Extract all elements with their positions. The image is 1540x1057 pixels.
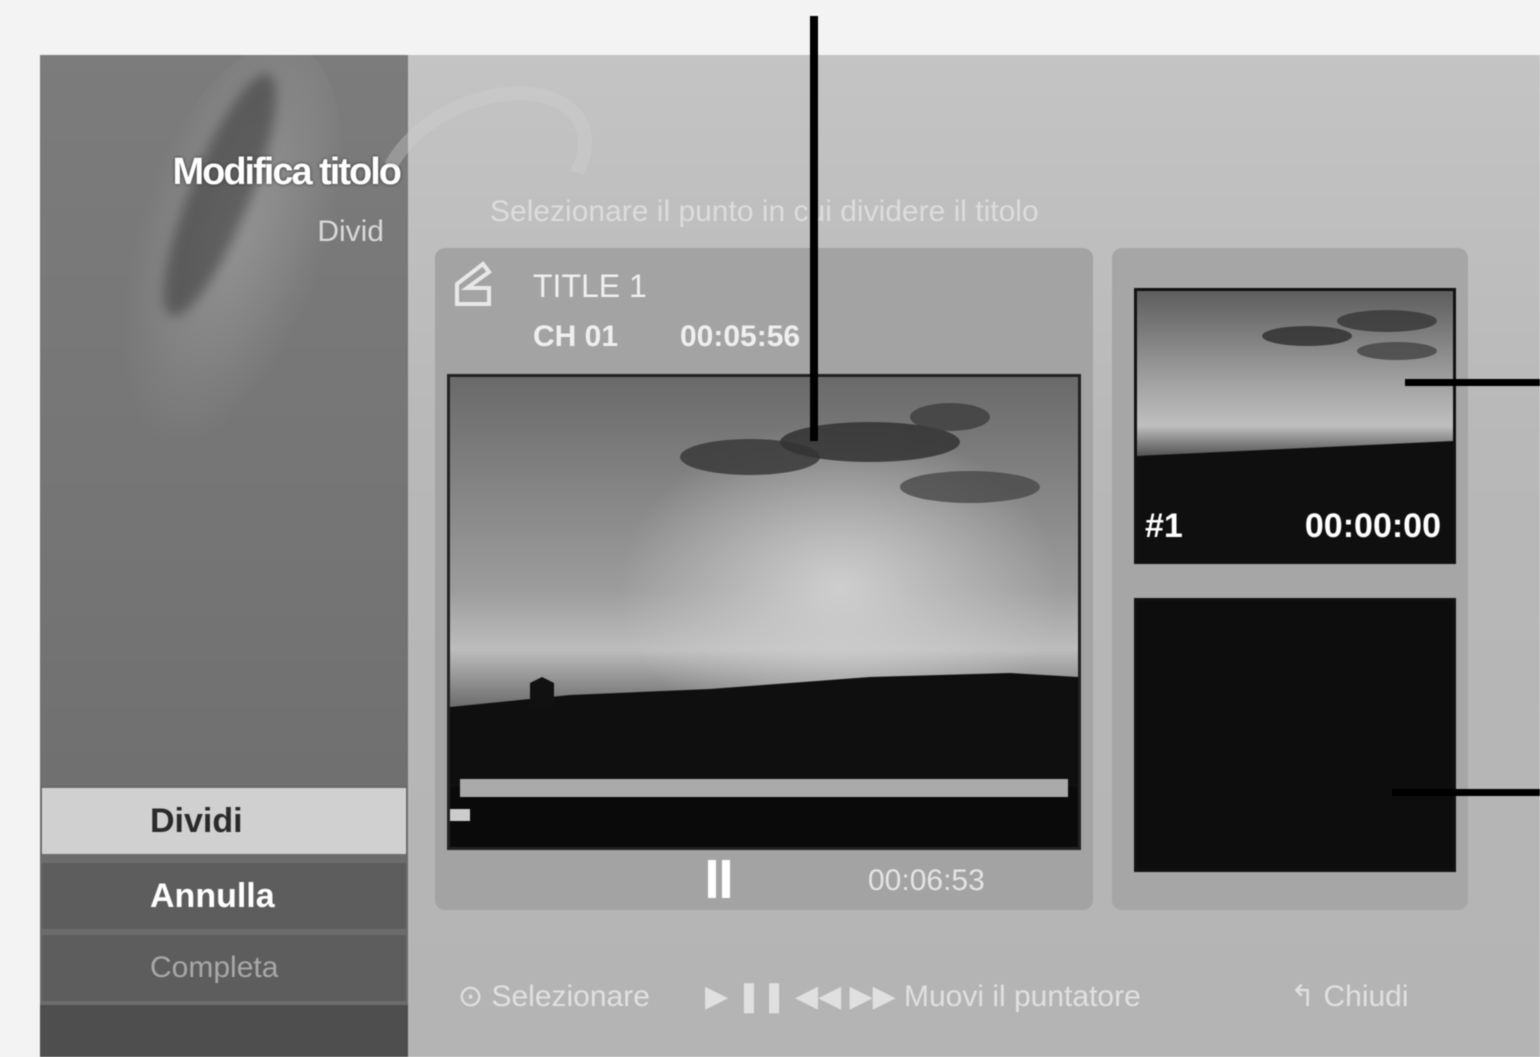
thumbnail-part-1[interactable]: #1 00:00:00: [1134, 288, 1456, 564]
playback-time: 00:06:53: [868, 864, 985, 897]
title-time: 00:05:56: [680, 320, 801, 353]
help-bar: ⊙ Selezionare ▶ ❚❚ ◀◀ ▶▶ Muovi il puntat…: [450, 967, 1460, 1027]
menu-item-annulla[interactable]: Annulla: [42, 863, 406, 929]
help-transport: ▶ ❚❚ ◀◀ ▶▶ Muovi il puntatore: [705, 980, 1141, 1013]
thumbnail-time: 00:00:00: [1304, 507, 1441, 545]
callout-line-thumb-2: [1392, 789, 1540, 796]
help-select: ⊙ Selezionare: [458, 980, 650, 1013]
progress-track[interactable]: [460, 779, 1068, 797]
callout-line-thumb-1: [1405, 379, 1540, 386]
pause-icon: [708, 860, 730, 898]
thumbnail-part-2[interactable]: [1134, 598, 1456, 872]
main-video-preview: [447, 374, 1081, 850]
help-back: ↰ Chiudi: [1290, 980, 1409, 1013]
recorder-screen: Modifica titolo Divid Dividi Annulla Com…: [40, 55, 1540, 1057]
progress-pointer[interactable]: [450, 809, 470, 821]
sidebar: Modifica titolo Divid Dividi Annulla Com…: [40, 55, 408, 1057]
instruction-text: Selezionare il punto in cui dividere il …: [490, 195, 1039, 228]
sidebar-bottom-strip: [40, 1005, 408, 1057]
main-preview-panel: TITLE 1 CH 01 00:05:56 00:06:53: [435, 248, 1093, 910]
thumbnail-number: #1: [1145, 507, 1183, 545]
menu-subtitle: Divid: [317, 215, 384, 248]
chapter-label: CH 01: [533, 320, 619, 353]
menu-item-dividi[interactable]: Dividi: [42, 788, 406, 854]
title-label: TITLE 1: [533, 268, 647, 304]
disc-title-icon: [455, 261, 492, 306]
sunset-video-frame: [450, 377, 1078, 847]
callout-line-main-preview: [810, 16, 818, 441]
menu-title: Modifica titolo: [172, 151, 402, 193]
split-thumbnails-panel: #1 00:00:00: [1112, 248, 1468, 910]
menu-item-completa[interactable]: Completa: [42, 935, 406, 1001]
